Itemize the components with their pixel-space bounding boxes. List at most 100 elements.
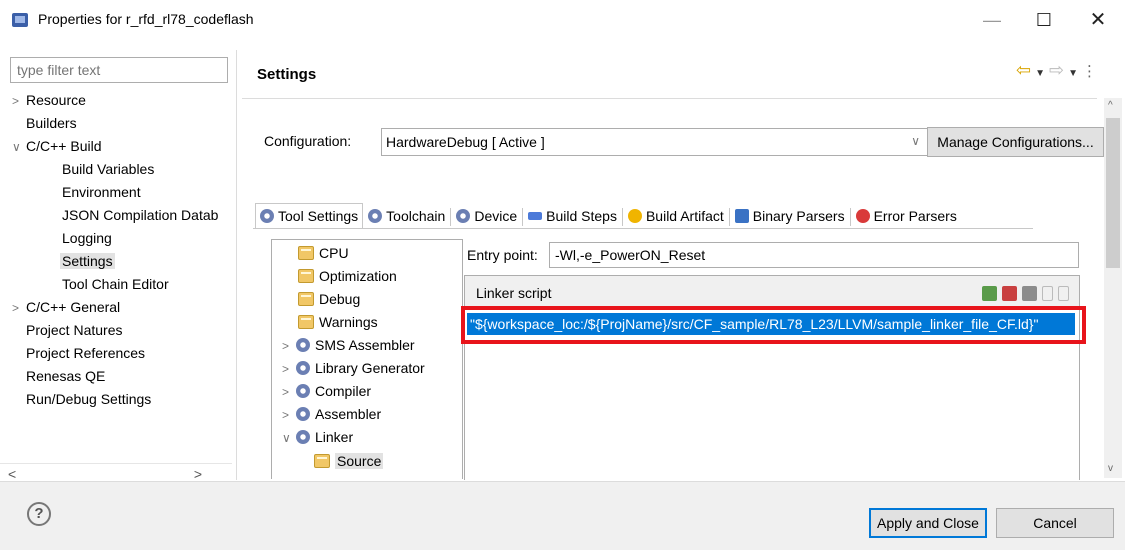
gear-icon [296,361,310,375]
move-down-icon[interactable] [1058,285,1069,301]
panel-divider[interactable] [236,50,237,480]
collapse-arrow-icon[interactable]: ∨ [282,427,296,449]
expand-arrow-icon[interactable]: > [282,381,296,403]
scroll-right-icon[interactable]: > [194,466,202,482]
gear-icon [296,338,310,352]
vertical-scrollbar[interactable]: ^ v [1104,98,1122,478]
title-bar: Properties for r_rfd_rl78_codeflash — ☐ … [0,0,1125,40]
collapse-arrow-icon[interactable]: ∨ [12,136,26,158]
artifact-icon [627,209,642,223]
sidebar-item-resource[interactable]: > Resource [12,89,86,111]
back-dropdown-icon[interactable]: ▼ [1035,68,1045,79]
page-title: Settings [257,66,317,83]
configuration-select[interactable]: HardwareDebug [ Active ] ∨ [381,128,929,156]
manage-configurations-button[interactable]: Manage Configurations... [927,127,1104,157]
highlight-annotation [461,306,1086,344]
tab-toolchain[interactable]: Toolchain [363,203,450,229]
sidebar-item-tool-chain-editor[interactable]: Tool Chain Editor [62,273,169,295]
add-icon[interactable] [982,285,997,301]
scroll-left-icon[interactable]: < [8,466,16,482]
scrollbar-thumb[interactable] [1106,118,1120,268]
error-icon [855,209,870,223]
tool-item-cpu[interactable]: CPU [298,242,349,264]
binary-icon [734,209,749,223]
edit-icon[interactable] [1022,285,1037,301]
apply-and-close-button[interactable]: Apply and Close [869,508,987,538]
folder-icon [314,454,330,468]
folder-icon [298,246,314,260]
linker-script-header: Linker script [465,276,1079,310]
linker-script-title: Linker script [476,285,552,301]
expand-arrow-icon[interactable]: > [12,90,26,112]
configuration-label: Configuration: [264,133,352,149]
tool-item-assembler[interactable]: > Assembler [282,403,381,425]
gear-icon [296,384,310,398]
tool-item-debug[interactable]: Debug [298,288,360,310]
expand-arrow-icon[interactable]: > [282,358,296,380]
tool-item-source[interactable]: Source [314,450,384,472]
gear-icon [296,407,310,421]
window-title: Properties for r_rfd_rl78_codeflash [38,11,254,27]
tool-item-linker[interactable]: ∨ Linker [282,426,353,448]
tool-item-sms-assembler[interactable]: > SMS Assembler [282,334,415,356]
tab-build-artifact[interactable]: Build Artifact [623,203,729,229]
settings-header: Settings ⇦ ▼ ⇨ ▼ ⋮ [242,52,1097,94]
sidebar-item-project-references[interactable]: Project References [26,342,145,364]
scroll-down-icon[interactable]: v [1108,463,1113,474]
sidebar: >Resource Builders ∨C/C++ Build Build Va… [0,40,232,490]
tab-error-parsers[interactable]: Error Parsers [851,203,962,229]
sidebar-item-cpp-general[interactable]: > C/C++ General [12,296,120,318]
sidebar-item-build-variables[interactable]: Build Variables [62,158,154,180]
expand-arrow-icon[interactable]: > [12,297,26,319]
tool-item-compiler[interactable]: > Compiler [282,380,371,402]
maximize-button[interactable]: ☐ [1024,6,1064,34]
tab-build-steps[interactable]: Build Steps [523,203,622,229]
sidebar-item-builders[interactable]: Builders [26,112,77,134]
scroll-up-icon[interactable]: ^ [1108,100,1113,111]
back-arrow-icon[interactable]: ⇦ [1016,60,1031,81]
header-divider [242,98,1097,99]
gear-icon [260,209,274,223]
close-button[interactable]: ✕ [1078,6,1118,34]
sidebar-item-cpp-build[interactable]: ∨ C/C++ Build [12,135,101,157]
list-toolbar [977,284,1069,301]
tab-binary-parsers[interactable]: Binary Parsers [730,203,850,229]
cancel-button[interactable]: Cancel [996,508,1114,538]
entry-point-label: Entry point: [467,247,538,263]
chevron-down-icon[interactable]: ∨ [911,134,920,148]
sidebar-item-settings[interactable]: Settings [60,250,115,272]
tab-tool-settings[interactable]: Tool Settings [255,203,364,229]
entry-point-field[interactable]: -Wl,-e_PowerON_Reset [549,242,1079,268]
gear-icon [296,430,310,444]
sidebar-item-project-natures[interactable]: Project Natures [26,319,122,341]
sidebar-item-run-debug-settings[interactable]: Run/Debug Settings [26,388,151,410]
expand-arrow-icon[interactable]: > [282,404,296,426]
more-options-icon[interactable]: ⋮ [1082,62,1097,80]
tab-device[interactable]: Device [451,203,522,229]
minimize-button[interactable]: — [972,6,1012,34]
sidebar-item-json-compilation[interactable]: JSON Compilation Datab [62,204,218,226]
configuration-row: Configuration: HardwareDebug [ Active ] … [254,124,1104,158]
help-icon[interactable]: ? [27,502,51,526]
expand-arrow-icon[interactable]: > [282,335,296,357]
forward-dropdown-icon[interactable]: ▼ [1068,68,1078,79]
sidebar-item-renesas-qe[interactable]: Renesas QE [26,365,105,387]
gear-icon [368,209,383,223]
move-up-icon[interactable] [1042,285,1053,301]
sidebar-item-environment[interactable]: Environment [62,181,141,203]
tool-settings-tree: CPU Optimization Debug Warnings > SMS Ass… [271,239,463,479]
folder-icon [298,292,314,306]
delete-icon[interactable] [1002,285,1017,301]
properties-tree: > Resource Builders ∨ C/C++ Build Build Va… [0,89,232,461]
forward-arrow-icon[interactable]: ⇨ [1049,60,1064,81]
tool-item-library-generator[interactable]: > Library Generator [282,357,425,379]
tool-tabs: Tool Settings Toolchain Device Build Steps B… [255,203,962,229]
tool-item-optimization[interactable]: Optimization [298,265,397,287]
configuration-value: HardwareDebug [ Active ] [386,134,545,150]
gear-icon [456,209,471,223]
sidebar-item-logging[interactable]: Logging [62,227,112,249]
filter-input[interactable] [10,57,228,83]
folder-icon [298,315,314,329]
tool-item-warnings[interactable]: Warnings [298,311,378,333]
app-icon [12,13,28,27]
